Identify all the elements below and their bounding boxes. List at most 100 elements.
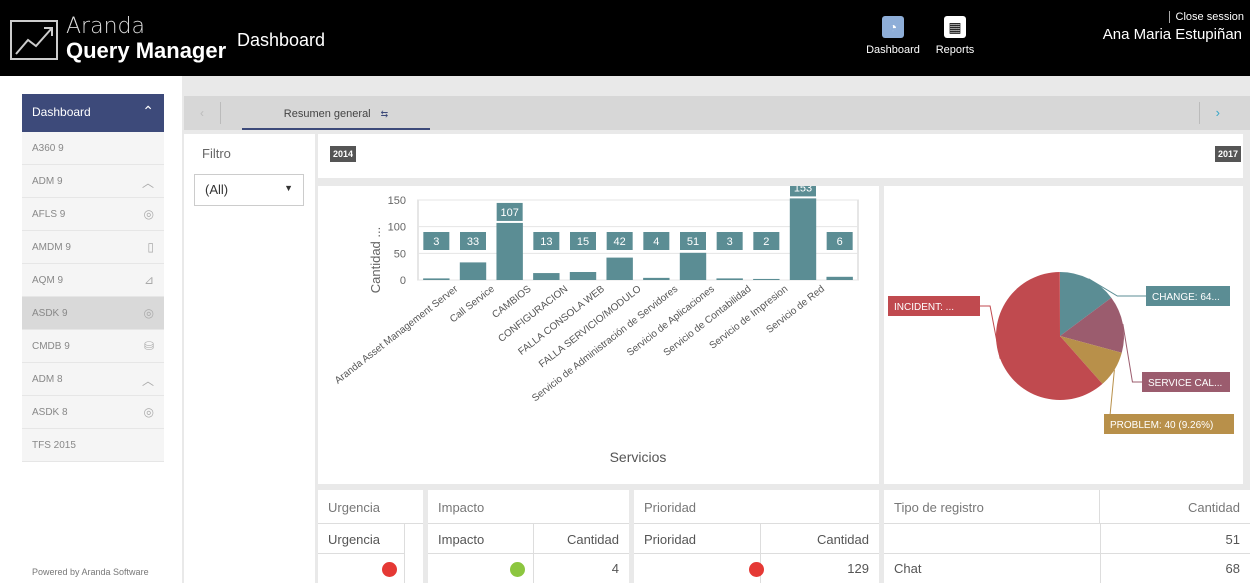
top-bar: Aranda Query Manager Dashboard ◔ Dashboa… (0, 0, 1250, 76)
sidebar-item-afls-9[interactable]: AFLS 9 ◎ (22, 198, 164, 231)
bar (753, 278, 780, 280)
data-label: 42 (614, 236, 626, 248)
sidebar-item-aqm-9[interactable]: AQM 9 ⊿ (22, 264, 164, 297)
sidebar-item-label: ASDK 8 (32, 407, 68, 418)
sidebar-item-adm-9[interactable]: ADM 9 ︿ (22, 165, 164, 198)
bar-chart-panel: 0 50 100 150 Cantidad ... 3 33 107 13 15 42 4 51 3 2 15… (318, 178, 879, 484)
sidebar-item-adm-8[interactable]: ADM 8 ︿ (22, 363, 164, 396)
y-tick-label: 150 (388, 195, 406, 207)
year-start-label: 2014 (330, 146, 357, 162)
data-label: 15 (577, 236, 589, 248)
urgencia-col-header: Urgencia (318, 524, 404, 554)
database-icon: ⛁ (143, 339, 154, 353)
main-area: ‹ Resumen general ⇆ › Filtro (All) ▼ 2014… (182, 96, 1250, 583)
nav-reports-button[interactable]: ▦ Reports (925, 16, 985, 56)
nav-dashboard-button[interactable]: ◔ Dashboard (863, 16, 923, 56)
sidebar-item-amdm-9[interactable]: AMDM 9 ▯ (22, 231, 164, 264)
impacto-cantidad-value: 4 (611, 561, 619, 576)
slice-label: PROBLEM: 40 (9.26%) (1110, 420, 1213, 431)
impacto-status-dot (510, 562, 525, 577)
urgencia-title: Urgencia (318, 490, 423, 524)
x-axis-label: Servicios (610, 449, 667, 465)
data-label: 2 (763, 236, 769, 248)
user-name: Ana Maria Estupiñan (1102, 26, 1242, 43)
sidebar-item-asdk-9[interactable]: ASDK 9 ◎ (22, 297, 164, 330)
slice-label: SERVICE CAL... (1148, 378, 1222, 389)
tab-divider (220, 102, 221, 124)
bar (459, 262, 487, 280)
sidebar-item-label: ADM 9 (32, 176, 63, 187)
column-divider (404, 524, 405, 583)
pie-chart-panel: CHANGE: 64... SERVICE CAL... PROBLEM: 40 (… (884, 186, 1243, 484)
refresh-icon[interactable]: ⇆ (381, 109, 389, 119)
sidebar-item-a360-9[interactable]: A360 9 (22, 132, 164, 165)
bar (716, 278, 743, 280)
sidebar-item-label: A360 9 (32, 143, 64, 154)
sidebar-item-tfs-2015[interactable]: TFS 2015 (22, 429, 164, 462)
data-label: 107 (500, 207, 518, 219)
tab-label: Resumen general (283, 108, 371, 120)
tipo-row-name: Chat (894, 561, 922, 576)
data-label: 6 (837, 236, 843, 248)
data-label: 153 (794, 186, 812, 194)
data-label: 3 (727, 236, 733, 248)
headset-icon: ◎ (143, 405, 154, 419)
sidebar-item-label: AFLS 9 (32, 209, 66, 220)
tab-next-icon[interactable]: › (1216, 105, 1220, 120)
services-bar-chart: 050100150Cantidad ... 3 3310713 15 42 4 51 3 215… (333, 178, 859, 465)
headset-icon: ◎ (143, 306, 154, 320)
prioridad-cantidad-header: Cantidad (760, 524, 879, 554)
bar (789, 198, 817, 280)
bar (496, 222, 523, 280)
badge-icon: ◎ (143, 207, 154, 221)
filter-label: Filtro (202, 146, 231, 161)
tipo-cantidad-header: Cantidad (1100, 490, 1250, 524)
tipo-row-value: 68 (1225, 561, 1240, 576)
chevron-up-icon: ︿ (141, 374, 154, 388)
sidebar-item-label: AMDM 9 (32, 242, 71, 253)
tab-resumen-general[interactable]: Resumen general ⇆ (242, 96, 430, 130)
app-name-line1: Aranda (66, 14, 145, 39)
data-label: 51 (687, 236, 699, 248)
record-type-pie-chart: CHANGE: 64... SERVICE CAL... PROBLEM: 40 (… (888, 272, 1234, 434)
bar (423, 278, 450, 280)
sidebar-header-label: Dashboard (32, 105, 91, 119)
bar (679, 252, 707, 280)
data-label: 3 (433, 236, 439, 248)
prioridad-col-header: Prioridad (634, 524, 760, 554)
filter-panel: Filtro (All) ▼ (184, 134, 315, 583)
chevron-up-icon: ︿ (141, 176, 154, 190)
tipo-registro-header: Tipo de registro (884, 490, 1100, 524)
chevron-up-icon: ⌃ (142, 103, 154, 119)
tipo-row-name (884, 524, 1100, 554)
bar (606, 257, 633, 280)
tipo-registro-table: Tipo de registro Cantidad 51 Chat 68 (884, 490, 1250, 583)
close-session-link[interactable]: Close session (1168, 11, 1244, 23)
filter-dropdown[interactable]: (All) ▼ (194, 174, 304, 206)
page-title: Dashboard (237, 30, 326, 50)
sidebar: Dashboard ⌃ A360 9 ADM 9 ︿ AFLS 9 ◎ AMDM 9… (0, 76, 182, 583)
y-axis-label: Cantidad ... (368, 227, 383, 294)
bar (569, 272, 597, 280)
y-tick-label: 0 (400, 275, 406, 287)
impacto-col-header: Impacto (428, 524, 533, 554)
sidebar-item-cmdb-9[interactable]: CMDB 9 ⛁ (22, 330, 164, 363)
leader-line (1122, 323, 1142, 383)
bar (643, 277, 670, 280)
sidebar-item-asdk-8[interactable]: ASDK 8 ◎ (22, 396, 164, 429)
mobile-icon: ▯ (147, 240, 154, 254)
slice-label: CHANGE: 64... (1152, 292, 1220, 303)
prioridad-cantidad-value: 129 (847, 561, 869, 576)
nav-dashboard-label: Dashboard (866, 44, 920, 56)
urgencia-table: Urgencia Urgencia (318, 490, 423, 583)
sidebar-dashboard-header[interactable]: Dashboard ⌃ (22, 94, 164, 132)
app-logo-icon (10, 20, 58, 60)
y-tick-label: 100 (388, 222, 406, 234)
nav-reports-label: Reports (935, 44, 975, 56)
app-name-line2: Query Manager (66, 38, 227, 63)
sidebar-item-label: AQM 9 (32, 275, 64, 286)
tab-prev-icon[interactable]: ‹ (200, 106, 204, 120)
filter-value: (All) (205, 182, 229, 197)
year-range-slider[interactable]: 2014 2017 (318, 134, 1243, 178)
sidebar-item-label: ASDK 9 (32, 308, 68, 319)
